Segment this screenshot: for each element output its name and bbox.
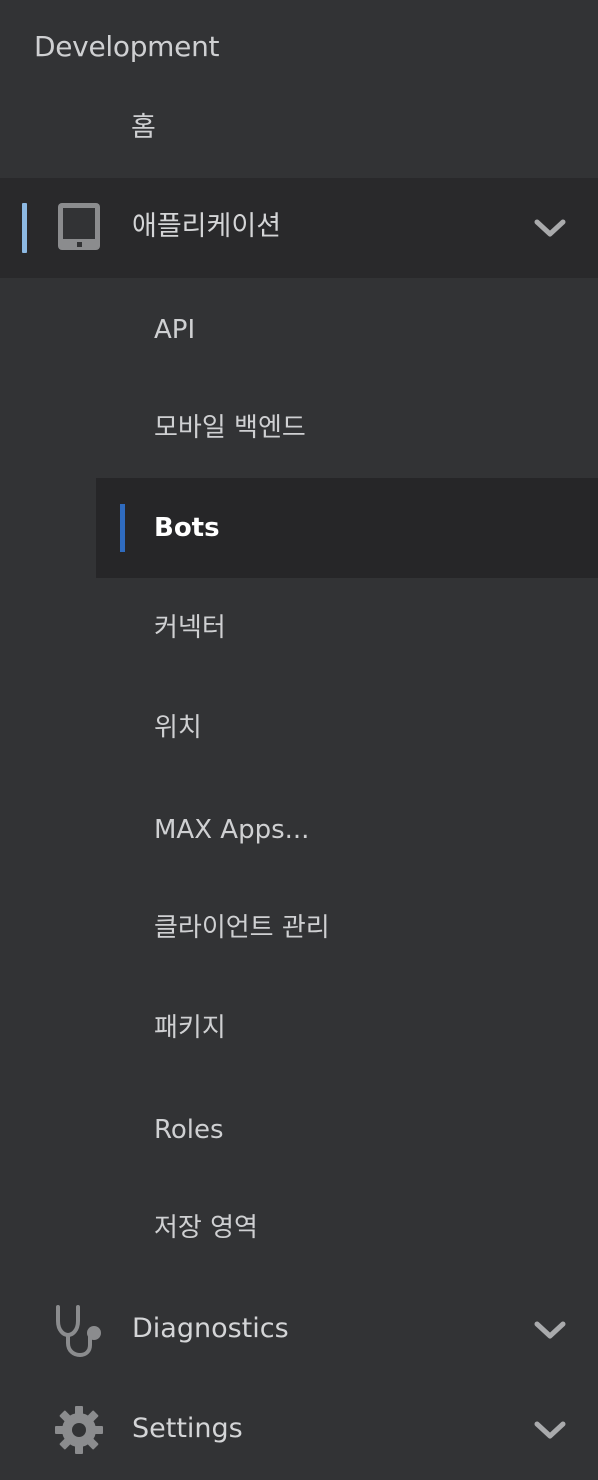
sidebar-item-label: 모바일 백엔드: [154, 413, 306, 443]
sidebar-item-label: 위치: [154, 713, 202, 743]
chevron-down-icon[interactable]: [532, 1312, 568, 1348]
sidebar-item-max-apps[interactable]: MAX Apps...: [96, 780, 598, 880]
section-title: Development: [34, 30, 220, 63]
stethoscope-icon: [52, 1305, 106, 1359]
sidebar-item-roles[interactable]: Roles: [96, 1080, 598, 1180]
sidebar-item-home[interactable]: 홈: [0, 98, 598, 158]
tablet-icon: [52, 203, 106, 257]
gear-icon: [52, 1405, 106, 1459]
sidebar-item-location[interactable]: 위치: [96, 678, 598, 778]
sidebar-item-bots[interactable]: Bots: [96, 478, 598, 578]
sidebar-group-diagnostics[interactable]: Diagnostics: [0, 1280, 598, 1380]
sidebar-group-applications[interactable]: 애플리케이션: [0, 178, 598, 278]
sidebar-item-packages[interactable]: 패키지: [96, 978, 598, 1078]
sidebar-group-settings[interactable]: Settings: [0, 1380, 598, 1480]
sidebar-group-label: 애플리케이션: [132, 211, 282, 242]
sidebar-item-label: 홈: [131, 112, 156, 143]
sidebar-group-label: Diagnostics: [132, 1313, 289, 1344]
active-indicator: [120, 504, 125, 552]
sidebar-item-label: 클라이언트 관리: [154, 913, 330, 943]
chevron-down-icon[interactable]: [532, 210, 568, 246]
sidebar-item-label: 커넥터: [154, 613, 226, 643]
chevron-down-icon[interactable]: [532, 1412, 568, 1448]
sidebar-item-mobile-backend[interactable]: 모바일 백엔드: [96, 378, 598, 478]
sidebar-item-label: Bots: [154, 513, 220, 543]
sidebar-group-label: Settings: [132, 1413, 243, 1444]
sidebar-item-label: Roles: [154, 1115, 224, 1145]
sidebar-item-label: MAX Apps...: [154, 815, 310, 845]
sidebar-item-label: API: [154, 315, 196, 345]
sidebar-item-api[interactable]: API: [96, 280, 598, 380]
group-accent-bar: [22, 203, 27, 253]
sidebar-item-client-management[interactable]: 클라이언트 관리: [96, 878, 598, 978]
sidebar-item-storage[interactable]: 저장 영역: [96, 1178, 598, 1278]
sidebar-item-label: 저장 영역: [154, 1213, 258, 1243]
sidebar-item-label: 패키지: [154, 1013, 226, 1043]
sidebar-item-connectors[interactable]: 커넥터: [96, 578, 598, 678]
